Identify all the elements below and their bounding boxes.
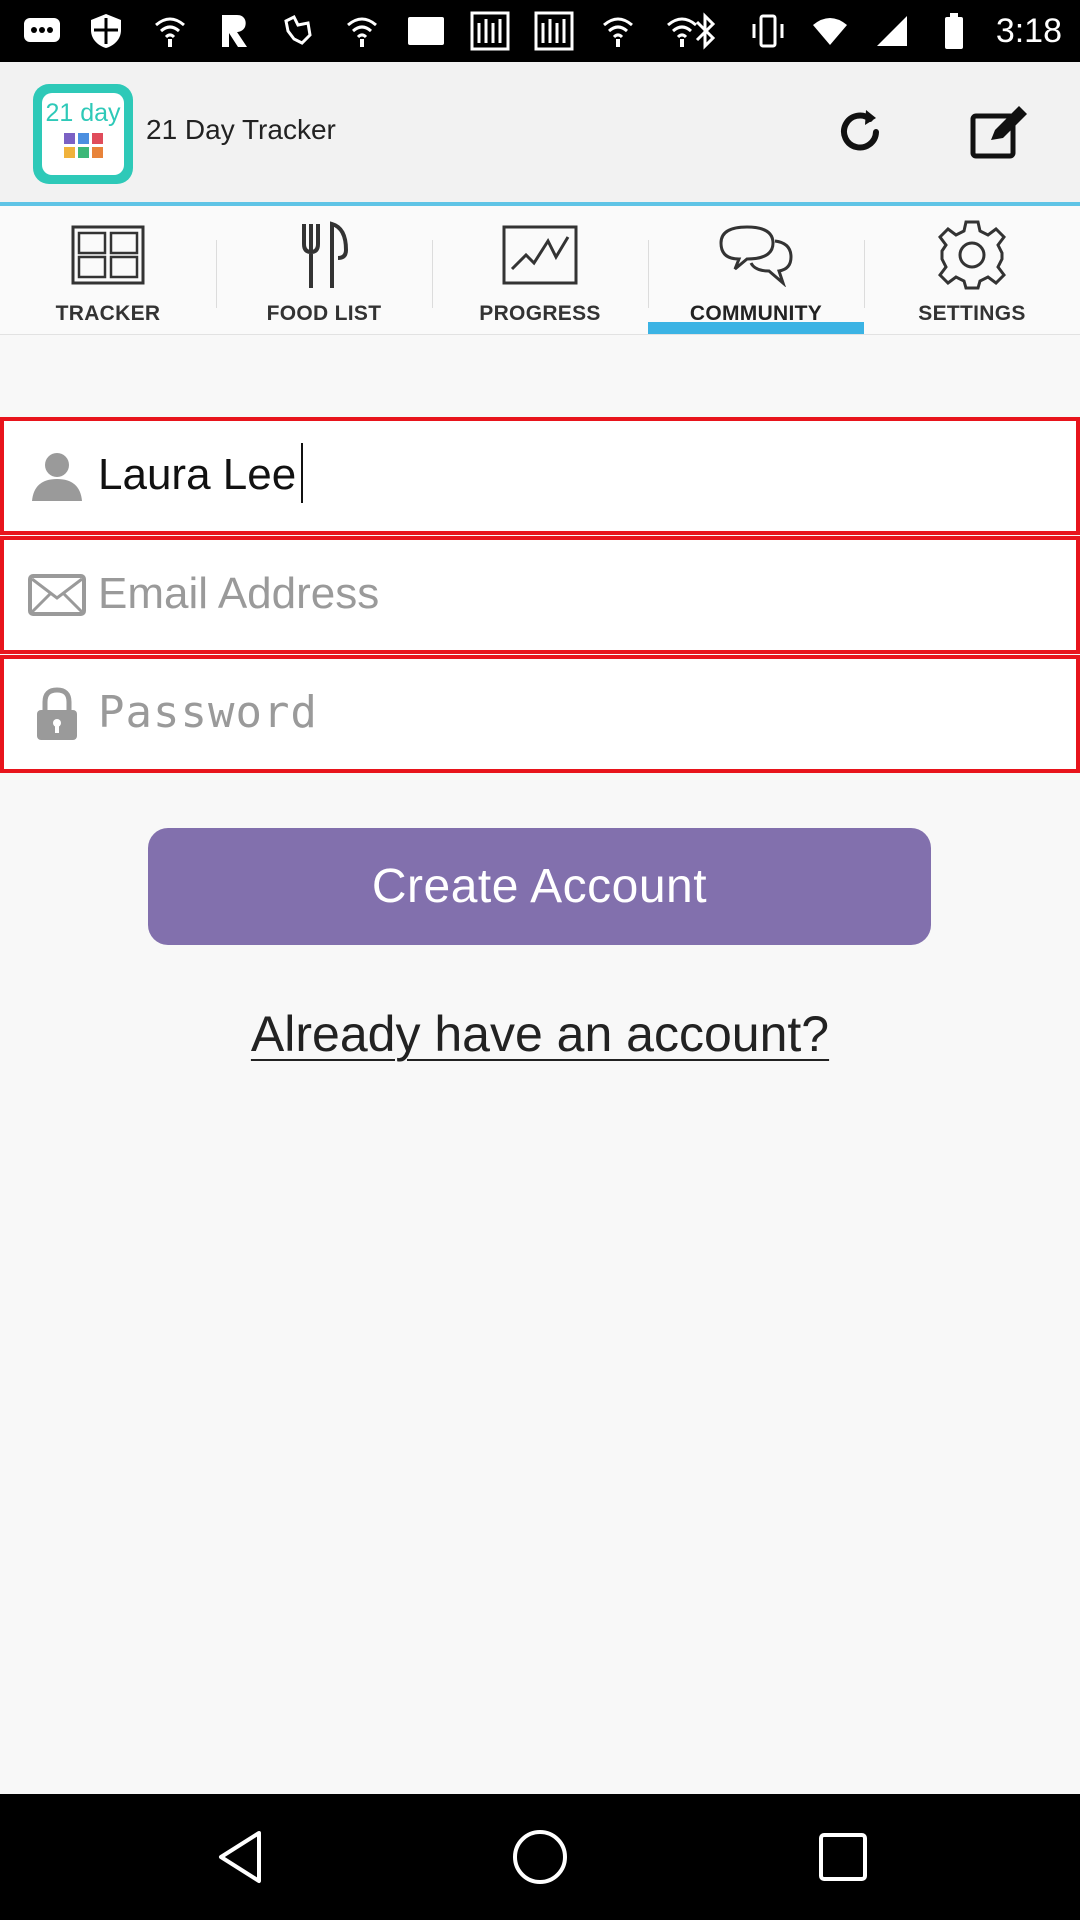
back-icon bbox=[219, 1831, 261, 1883]
login-link-row: Already have an account? bbox=[0, 1005, 1080, 1063]
home-button[interactable] bbox=[505, 1822, 575, 1892]
message-icon bbox=[22, 11, 62, 51]
battery-icon bbox=[934, 11, 974, 51]
name-value: Laura Lee bbox=[98, 450, 297, 499]
tab-label: PROGRESS bbox=[479, 302, 601, 325]
animal-icon bbox=[278, 11, 318, 51]
text-cursor bbox=[301, 443, 303, 503]
home-icon bbox=[513, 1830, 567, 1884]
tab-label: TRACKER bbox=[55, 302, 161, 325]
signal-icon bbox=[872, 11, 912, 51]
refresh-button[interactable] bbox=[828, 100, 892, 164]
tab-label: FOOD LIST bbox=[266, 302, 382, 325]
refresh-icon bbox=[841, 110, 879, 151]
rfi-icon bbox=[470, 11, 510, 51]
recents-button[interactable] bbox=[808, 1822, 878, 1892]
tab-community[interactable]: COMMUNITY bbox=[648, 206, 864, 334]
password-field[interactable]: Password bbox=[0, 655, 1080, 773]
tab-label: SETTINGS bbox=[918, 302, 1026, 325]
app-title: 21 Day Tracker bbox=[146, 114, 336, 145]
shield-icon bbox=[86, 11, 126, 51]
app-logo: 21 day bbox=[33, 84, 133, 184]
wifi-icon bbox=[810, 11, 850, 51]
edit-icon bbox=[970, 106, 1027, 159]
vibrate-icon bbox=[748, 11, 788, 51]
recents-icon bbox=[819, 1833, 867, 1881]
bluetooth-icon bbox=[686, 11, 726, 51]
email-placeholder: Email Address bbox=[98, 569, 380, 618]
wifi-icon bbox=[342, 11, 382, 51]
status-bar: 3:18 bbox=[0, 0, 1080, 62]
logo-text: 21 day bbox=[45, 99, 121, 127]
tab-progress[interactable]: PROGRESS bbox=[432, 206, 648, 334]
notification-icons bbox=[22, 10, 702, 52]
tab-tracker[interactable]: TRACKER bbox=[0, 206, 216, 334]
name-field[interactable]: Laura Lee bbox=[0, 417, 1080, 535]
rfi-icon bbox=[534, 11, 574, 51]
system-icons: 3:18 bbox=[686, 10, 1062, 52]
edit-button[interactable] bbox=[968, 100, 1032, 164]
grid-icon bbox=[71, 225, 145, 285]
wifi-icon bbox=[150, 11, 190, 51]
already-have-account-link[interactable]: Already have an account? bbox=[251, 1006, 829, 1062]
utensils-icon bbox=[302, 221, 349, 288]
active-tab-indicator bbox=[648, 322, 864, 334]
app-r-icon bbox=[214, 11, 254, 51]
email-field[interactable]: Email Address bbox=[0, 536, 1080, 654]
notification-icon bbox=[406, 11, 446, 51]
app-bar: 21 day 21 Day Tracker bbox=[0, 62, 1080, 206]
lock-icon bbox=[28, 683, 86, 745]
create-account-button[interactable]: Create Account bbox=[148, 828, 931, 945]
wifi-icon bbox=[598, 11, 638, 51]
navigation-bar bbox=[0, 1794, 1080, 1920]
envelope-icon bbox=[28, 564, 86, 626]
password-placeholder: Password bbox=[98, 687, 318, 738]
back-button[interactable] bbox=[205, 1822, 275, 1892]
chart-icon bbox=[502, 225, 578, 285]
logo-color-grid bbox=[63, 133, 103, 158]
chat-bubbles-icon bbox=[719, 225, 793, 287]
status-time: 3:18 bbox=[995, 11, 1062, 50]
gear-icon bbox=[938, 220, 1006, 290]
tab-settings[interactable]: SETTINGS bbox=[864, 206, 1080, 334]
tab-bar: TRACKER FOOD LIST PROGRESS COMMUNITY SET… bbox=[0, 206, 1080, 335]
tab-food-list[interactable]: FOOD LIST bbox=[216, 206, 432, 334]
person-icon bbox=[28, 445, 86, 507]
